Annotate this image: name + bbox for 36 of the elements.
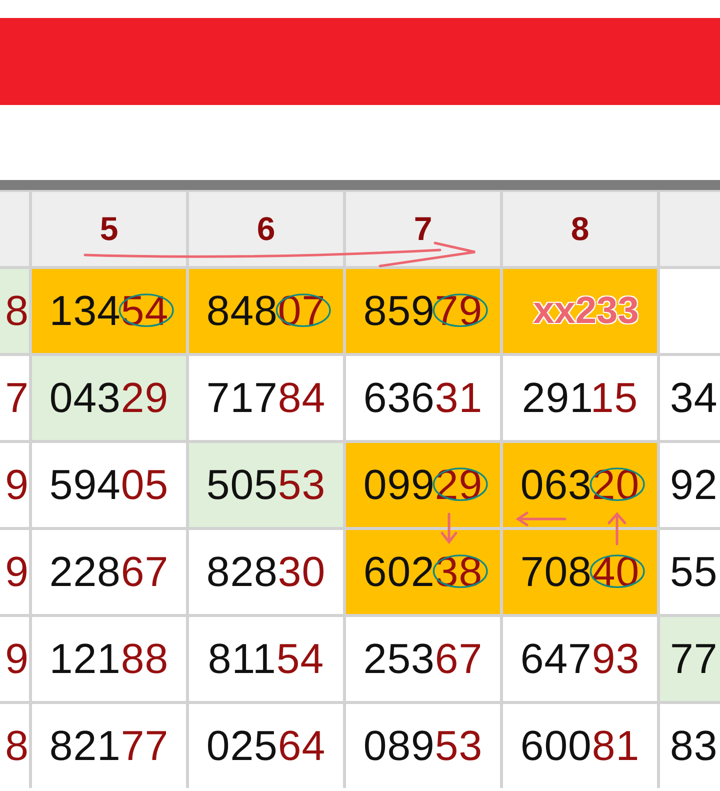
number-text: 9 xyxy=(5,461,29,509)
number-text: 7 xyxy=(5,374,29,422)
number-text: 8 xyxy=(5,287,29,335)
number-text: 64793 xyxy=(520,635,640,683)
number-text: 77 xyxy=(670,635,718,683)
number-text: 50553 xyxy=(206,461,326,509)
number-text: 04329 xyxy=(49,374,169,422)
number-text: 22867 xyxy=(49,548,169,596)
number-text: 71784 xyxy=(206,374,326,422)
number-text: 29115 xyxy=(522,374,638,422)
number-text: 08953 xyxy=(363,722,483,770)
number-text: 63631 xyxy=(363,374,483,422)
number-text: 59405 xyxy=(49,461,169,509)
arrow-mark xyxy=(608,512,626,546)
number-text: 8 xyxy=(5,722,29,770)
arrow-mark xyxy=(516,512,566,526)
number-text: 02564 xyxy=(206,722,326,770)
number-text: 34 xyxy=(670,374,718,422)
arrow-mark xyxy=(440,512,458,544)
number-text: 81154 xyxy=(208,635,324,683)
number-text: 9 xyxy=(5,548,29,596)
number-text: 83 xyxy=(670,722,718,770)
note-text: xx233 xyxy=(533,290,639,332)
column-label: 5 xyxy=(100,210,118,248)
number-text: 9 xyxy=(5,635,29,683)
number-text: 82177 xyxy=(49,722,169,770)
column-label: 6 xyxy=(256,210,276,248)
number-text: 92 xyxy=(670,461,718,509)
number-text: 82830 xyxy=(206,548,326,596)
column-label: 7 xyxy=(414,210,432,248)
number-text: 12188 xyxy=(49,635,169,683)
number-text: 70840 xyxy=(520,548,640,596)
number-text: 55 xyxy=(670,548,718,596)
number-text: 25367 xyxy=(363,635,483,683)
column-label: 8 xyxy=(570,210,590,248)
number-text: 60081 xyxy=(520,722,640,770)
